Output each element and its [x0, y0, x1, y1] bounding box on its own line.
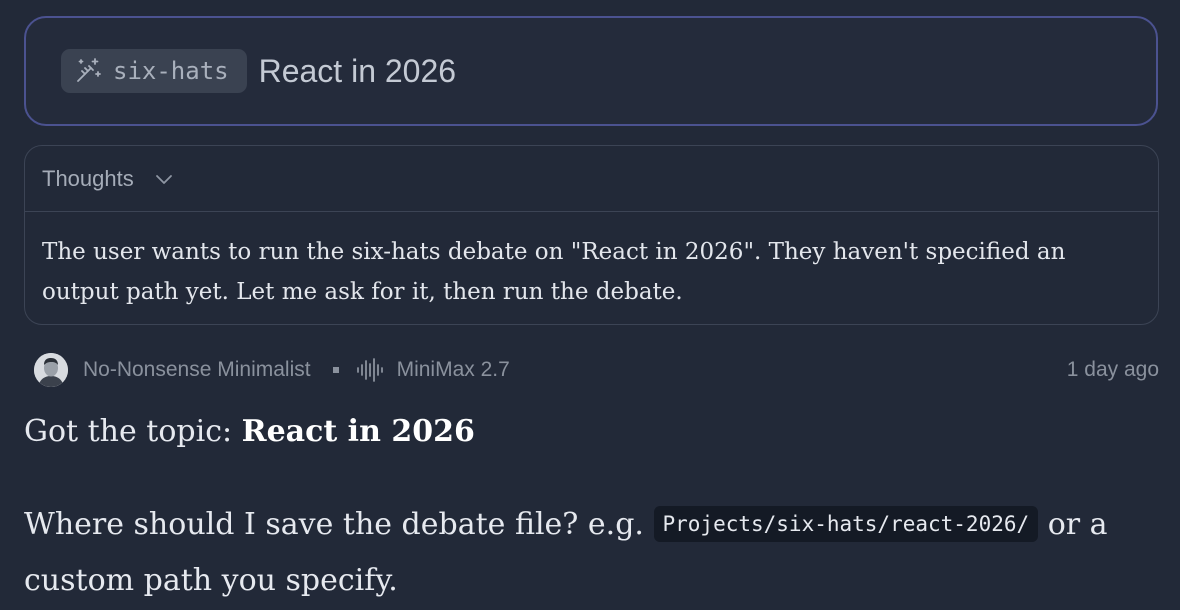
waveform-icon: [355, 357, 385, 383]
skill-chip-label: six-hats: [113, 57, 229, 85]
timestamp: 1 day ago: [1066, 358, 1159, 381]
chevron-down-icon: [154, 169, 174, 189]
skill-chip[interactable]: six-hats: [61, 49, 247, 93]
assistant-reply: Got the topic: React in 2026 Where shoul…: [24, 408, 1164, 609]
message-meta: No-Nonsense Minimalist MiniMax 2.7 1 day…: [34, 352, 1159, 388]
thoughts-panel: Thoughts The user wants to run the six-h…: [24, 145, 1159, 325]
magic-wand-icon: [73, 56, 103, 86]
author-name[interactable]: No-Nonsense Minimalist: [83, 358, 311, 382]
thoughts-label: Thoughts: [42, 165, 134, 191]
topic-value: React in 2026: [241, 414, 475, 449]
prompt-text: React in 2026: [258, 52, 457, 89]
separator-dot: [332, 367, 339, 373]
model-name[interactable]: MiniMax 2.7: [397, 358, 510, 382]
topic-line: Got the topic: React in 2026: [24, 408, 1164, 456]
avatar[interactable]: [34, 353, 68, 387]
question-paragraph: Where should I save the debate file? e.g…: [24, 496, 1164, 609]
topic-prefix: Got the topic:: [24, 414, 242, 449]
example-path-code: Projects/six-hats/react-2026/: [653, 506, 1039, 542]
thoughts-toggle[interactable]: Thoughts: [25, 146, 1158, 212]
prompt-box[interactable]: six-hats React in 2026: [24, 16, 1158, 126]
question-prefix: Where should I save the debate file? e.g…: [24, 507, 654, 542]
thoughts-body: The user wants to run the six-hats debat…: [42, 239, 1066, 305]
